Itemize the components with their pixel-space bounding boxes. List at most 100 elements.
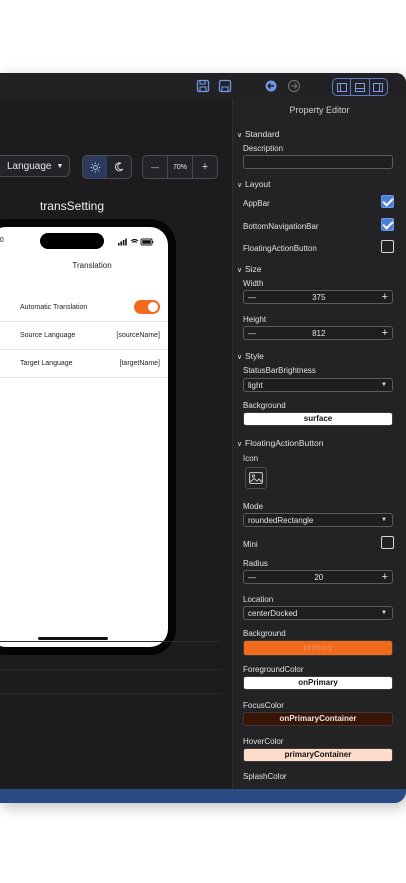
select-value: centerDocked: [248, 608, 298, 618]
zoom-level: 70%: [172, 163, 187, 171]
bottomnav-label: BottomNavigationBar: [243, 222, 319, 231]
chevron-down-icon: ∨: [237, 354, 243, 361]
signal-icon: [118, 238, 127, 246]
foreground-color-field[interactable]: onPrimary: [243, 676, 393, 690]
phone-display[interactable]: 00 Translation Automatic: [0, 227, 168, 647]
target-language-row[interactable]: Target Language [targetName]: [0, 349, 168, 378]
window-titlebar: [0, 73, 406, 100]
language-label: Language: [7, 160, 52, 172]
zoom-out-button[interactable]: —: [143, 156, 168, 178]
decrement-button[interactable]: —: [248, 329, 256, 338]
fab-background-color-field[interactable]: primary: [243, 640, 393, 656]
appbar-title: Translation: [72, 261, 112, 270]
background-color-field[interactable]: surface: [243, 412, 393, 426]
phone-frame: 00 Translation Automatic: [0, 219, 176, 655]
auto-translation-toggle[interactable]: [134, 300, 160, 314]
screen-title: transSetting: [39, 199, 105, 213]
editor-window: Language ▼ — 70% + transSetting 0 Transl…: [0, 73, 406, 803]
theme-toggle[interactable]: [82, 155, 132, 179]
fab-checkbox[interactable]: [381, 240, 394, 253]
statusbar-label: StatusBarBrightness: [243, 366, 316, 375]
statusbar-select[interactable]: light ▼: [243, 378, 393, 392]
language-dropdown[interactable]: Language ▼: [0, 155, 70, 177]
battery-icon: [140, 238, 154, 246]
appbar-label: AppBar: [243, 199, 270, 208]
save-all-icon[interactable]: [218, 79, 232, 93]
left-panel-icon[interactable]: [333, 79, 352, 95]
status-time: 00: [0, 237, 4, 244]
focus-color-field[interactable]: onPrimaryContainer: [243, 712, 393, 726]
divider: [0, 641, 222, 642]
status-icons: [118, 238, 154, 246]
background-label: Background: [243, 401, 286, 410]
fab-label: FloatingActionButton: [243, 244, 317, 253]
zoom-in-button[interactable]: +: [192, 156, 217, 178]
source-language-row[interactable]: Source Language [sourceName]: [0, 321, 168, 350]
mini-label: Mini: [243, 540, 258, 549]
section-layout[interactable]: ∨ Layout: [237, 179, 271, 189]
chevron-down-icon: ∨: [237, 182, 243, 189]
description-input[interactable]: [243, 155, 393, 169]
appbar-checkbox[interactable]: [381, 195, 394, 208]
width-value[interactable]: 375: [256, 293, 382, 302]
caret-down-icon: ▼: [381, 382, 387, 388]
height-stepper[interactable]: — 812 +: [243, 326, 393, 340]
splash-label: SplashColor: [243, 772, 287, 781]
width-label: Width: [243, 279, 264, 288]
save-icon[interactable]: [196, 79, 210, 93]
hover-color-field[interactable]: primaryContainer: [243, 748, 393, 762]
focus-label: FocusColor: [243, 701, 284, 710]
redo-icon[interactable]: [287, 79, 301, 93]
description-label: Description: [243, 144, 284, 153]
mini-checkbox[interactable]: [381, 536, 394, 549]
dynamic-island: [40, 233, 104, 249]
decrement-button[interactable]: —: [248, 573, 256, 582]
section-title: FloatingActionButton: [245, 438, 324, 448]
wifi-icon: [130, 238, 139, 245]
caret-down-icon: ▼: [381, 610, 387, 616]
icon-label: Icon: [243, 454, 259, 463]
section-title: Size: [245, 264, 262, 274]
height-value[interactable]: 812: [256, 329, 382, 338]
status-bar: [0, 789, 406, 803]
bottomnav-checkbox[interactable]: [381, 218, 394, 231]
radius-stepper[interactable]: — 20 +: [243, 570, 393, 584]
mode-select[interactable]: roundedRectangle ▼: [243, 513, 393, 527]
location-select[interactable]: centerDocked ▼: [243, 606, 393, 620]
increment-button[interactable]: +: [382, 327, 388, 339]
foreground-label: ForegroundColor: [243, 665, 304, 674]
design-canvas: Language ▼ — 70% + transSetting 0 Transl…: [0, 99, 232, 789]
increment-button[interactable]: +: [382, 291, 388, 303]
chevron-down-icon: ∨: [237, 267, 243, 274]
section-standard[interactable]: ∨ Standard: [237, 129, 280, 139]
location-label: Location: [243, 595, 274, 604]
panel-layout-toggle[interactable]: [332, 78, 388, 96]
section-title: Standard: [245, 129, 280, 139]
row-value: [targetName]: [119, 359, 160, 367]
zoom-control: — 70% +: [142, 155, 218, 179]
section-fab[interactable]: ∨ FloatingActionButton: [237, 438, 323, 448]
bottom-panel-icon[interactable]: [351, 79, 370, 95]
dark-mode-button[interactable]: [107, 156, 131, 178]
section-size[interactable]: ∨ Size: [237, 264, 262, 274]
right-panel-icon[interactable]: [370, 79, 387, 95]
image-icon: [249, 472, 263, 484]
radius-value[interactable]: 20: [256, 573, 382, 582]
hover-label: HoverColor: [243, 737, 284, 746]
property-editor: Property Editor ∨ Standard Description ∨ L…: [233, 99, 406, 789]
sun-icon: [89, 161, 101, 173]
select-value: roundedRectangle: [248, 515, 314, 525]
light-mode-button[interactable]: [83, 156, 107, 178]
section-style[interactable]: ∨ Style: [237, 351, 264, 361]
undo-icon[interactable]: [264, 79, 278, 93]
auto-translation-row[interactable]: Automatic Translation: [0, 293, 168, 322]
decrement-button[interactable]: —: [248, 293, 256, 302]
fab-background-label: Background: [243, 629, 286, 638]
section-title: Layout: [245, 179, 271, 189]
divider: [0, 693, 222, 694]
width-stepper[interactable]: — 375 +: [243, 290, 393, 304]
icon-picker[interactable]: [245, 467, 267, 489]
row-label: Target Language: [20, 359, 73, 367]
increment-button[interactable]: +: [382, 571, 388, 583]
chevron-down-icon: ∨: [237, 441, 243, 448]
